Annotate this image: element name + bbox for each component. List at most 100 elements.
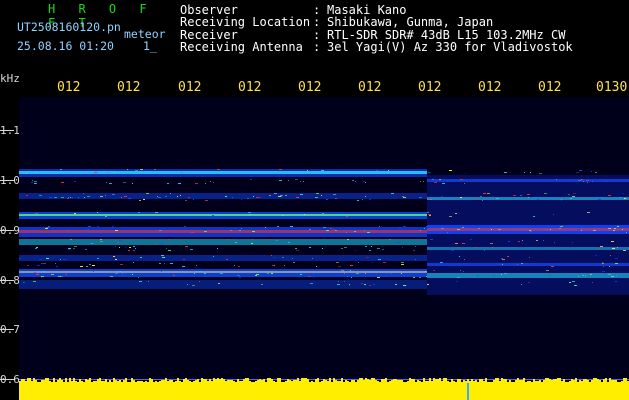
amplitude-spike (331, 382, 333, 383)
meta-value: Shibukawa, Gunma, Japan (327, 15, 494, 30)
speckle-dot (377, 277, 380, 278)
amplitude-spike (601, 382, 603, 383)
amplitude-spike (473, 381, 475, 383)
speckle-dot (252, 239, 253, 240)
speckle-dot (93, 271, 94, 272)
speckle-dot (48, 226, 50, 227)
speckle-dot (517, 264, 518, 265)
amplitude-spike (367, 379, 369, 383)
speckle-dot (502, 264, 503, 265)
amplitude-spike (343, 382, 345, 383)
speckle-dot (188, 215, 190, 216)
speckle-dot (184, 226, 186, 227)
speckle-dot (251, 243, 253, 244)
speckle-dot (586, 180, 589, 181)
speckle-dot (110, 276, 113, 277)
amplitude-spike (147, 382, 149, 383)
amplitude-spike (165, 378, 167, 383)
speckle-dot (117, 214, 120, 215)
amplitude-spike (549, 379, 551, 383)
amplitude-spike (155, 381, 157, 383)
speckle-dot (193, 199, 194, 200)
speckle-dot (456, 281, 458, 282)
amplitude-spike (543, 380, 545, 383)
amplitude-spike (119, 380, 121, 383)
amplitude-spike (185, 378, 187, 383)
speckle-dot (464, 183, 465, 184)
speckle-dot (85, 232, 87, 233)
amplitude-spike (385, 378, 387, 383)
speckle-dot (300, 194, 303, 195)
speckle-dot (561, 200, 562, 201)
speckle-dot (617, 247, 618, 248)
speckle-dot (522, 240, 523, 241)
speckle-dot (285, 195, 287, 196)
amplitude-spike (329, 378, 331, 383)
amplitude-spike (121, 382, 123, 383)
speckle-dot (364, 284, 366, 285)
amplitude-spike (267, 378, 269, 383)
speckle-dot (609, 266, 610, 267)
speckle-dot (395, 284, 397, 285)
speckle-dot (602, 263, 604, 264)
amplitude-spike (513, 382, 515, 383)
speckle-dot (161, 255, 164, 256)
amplitude-spike (407, 381, 409, 383)
amplitude-spike (339, 381, 341, 383)
speckle-dot (109, 183, 112, 184)
speckle-dot (237, 239, 239, 240)
amplitude-spike (447, 381, 449, 383)
amplitude-spike (315, 379, 317, 383)
amplitude-spike (217, 378, 219, 383)
speckle-dot (543, 240, 544, 241)
speckle-dot (322, 213, 324, 214)
speckle-dot (220, 171, 223, 172)
speckle-dot (419, 277, 421, 278)
speckle-dot (426, 226, 427, 227)
speckle-dot (165, 196, 167, 197)
amplitude-spike (47, 378, 49, 383)
speckle-dot (41, 277, 42, 278)
amplitude-spike (565, 382, 567, 383)
speckle-dot (603, 266, 604, 267)
amplitude-spike (363, 380, 365, 383)
speckle-dot (617, 226, 619, 227)
speckle-dot (457, 277, 460, 278)
speckle-dot (212, 215, 214, 216)
speckle-dot (69, 171, 71, 172)
amplitude-spike (387, 382, 389, 383)
speckle-dot (303, 181, 304, 182)
speckle-dot (37, 265, 40, 266)
amplitude-spike (275, 382, 277, 383)
speckle-dot (492, 247, 493, 248)
speckle-dot (268, 239, 271, 240)
speckle-dot (365, 273, 366, 274)
speckle-dot (188, 197, 190, 198)
amplitude-spike (115, 380, 117, 383)
amplitude-spike (265, 382, 267, 383)
amplitude-spike (29, 378, 31, 383)
speckle-dot (316, 193, 319, 194)
speckle-dot (112, 194, 115, 195)
speckle-dot (401, 264, 404, 265)
amplitude-spike (617, 382, 619, 383)
amplitude-spike (563, 379, 565, 383)
speckle-dot (611, 276, 614, 277)
speckle-dot (191, 275, 194, 276)
y-tick-mark (0, 329, 14, 330)
speckle-dot (365, 182, 366, 183)
amplitude-spike (433, 378, 435, 383)
speckle-dot (356, 273, 359, 274)
speckle-dot (159, 263, 161, 264)
speckle-dot (42, 271, 45, 272)
amplitude-spike (533, 379, 535, 383)
speckle-dot (459, 256, 460, 257)
amplitude-spike (141, 381, 143, 383)
amplitude-spike (317, 378, 319, 383)
speckle-dot (574, 196, 575, 197)
speckle-dot (460, 179, 463, 180)
speckle-dot (614, 228, 616, 229)
speckle-dot (60, 259, 61, 260)
x-tick-label: 012 (418, 80, 442, 95)
x-tick-label: 012 (238, 80, 262, 95)
